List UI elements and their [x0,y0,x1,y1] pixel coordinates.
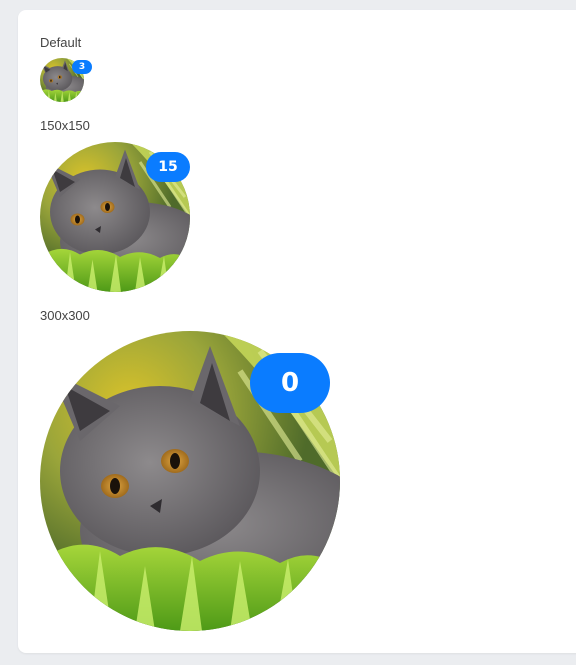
avatar-300[interactable]: 0 [40,331,340,631]
section-label-150: 150x150 [40,118,90,133]
notification-badge: 15 [146,152,190,182]
section-label-300: 300x300 [40,308,90,323]
notification-badge: 3 [72,60,92,74]
notification-badge: 0 [250,353,330,413]
avatar-demo-card: Default 3 150x150 15 300x300 0 [18,10,576,653]
section-label-default: Default [40,35,82,50]
avatar-default[interactable]: 3 [40,58,92,102]
avatar-150[interactable]: 15 [40,142,190,292]
